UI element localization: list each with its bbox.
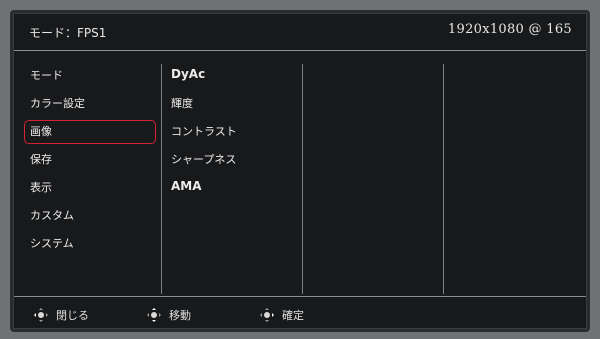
joystick-right-icon [260, 308, 274, 322]
osd-footer: 閉じる 移動 確定 [14, 296, 586, 330]
menu-item-display[interactable]: 表示 [24, 176, 156, 200]
move-hint[interactable]: 移動 [147, 307, 191, 323]
column-divider [161, 64, 162, 294]
osd-menu: モード：FPS1 1920x1080 @ 165 モード カラー設定 画像 保存… [13, 13, 587, 329]
submenu-item-dyac[interactable]: DyAc [171, 67, 205, 81]
submenu-item-ama[interactable]: AMA [171, 179, 202, 193]
menu-item-color-settings[interactable]: カラー設定 [24, 92, 156, 116]
confirm-hint[interactable]: 確定 [260, 307, 304, 323]
menu-item-picture[interactable]: 画像 [24, 120, 156, 144]
resolution-readout: 1920x1080 @ 165 [447, 22, 572, 37]
mode-title: モード：FPS1 [29, 26, 107, 40]
close-hint[interactable]: 閉じる [34, 307, 89, 323]
submenu-item-contrast[interactable]: コントラスト [171, 123, 237, 139]
osd-header: モード：FPS1 1920x1080 @ 165 [14, 14, 586, 51]
submenu-item-brightness[interactable]: 輝度 [171, 95, 193, 111]
close-label: 閉じる [56, 309, 89, 322]
confirm-label: 確定 [282, 309, 304, 322]
menu-item-mode[interactable]: モード [24, 64, 156, 88]
column-divider [302, 64, 303, 294]
column-divider [443, 64, 444, 294]
joystick-left-icon [34, 308, 48, 322]
menu-item-system[interactable]: システム [24, 232, 156, 256]
move-label: 移動 [169, 309, 191, 322]
menu-item-custom[interactable]: カスタム [24, 204, 156, 228]
submenu-item-sharpness[interactable]: シャープネス [171, 151, 236, 167]
joystick-updown-icon [147, 308, 161, 322]
menu-item-save[interactable]: 保存 [24, 148, 156, 172]
